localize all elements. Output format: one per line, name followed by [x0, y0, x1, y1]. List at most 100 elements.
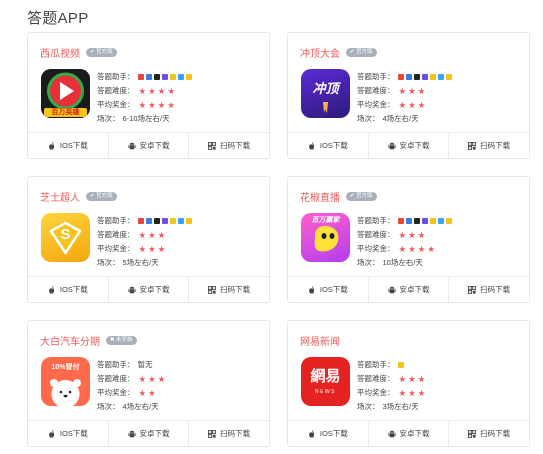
app-card-xigua: 西瓜视频 ✔ 官方版 百万英雄 答题助手： 答题难度： ★★★★ 平均奖金： ★★★…: [27, 32, 270, 159]
ios-download-button[interactable]: IOS下载: [288, 421, 369, 446]
sessions-value: 4场左右/天: [382, 114, 419, 123]
qr-download-button[interactable]: 扫码下载: [449, 421, 529, 446]
ios-download-button[interactable]: IOS下载: [288, 277, 369, 302]
sessions-label: 场次：: [357, 258, 380, 267]
logo-caption: 百万赢家: [311, 217, 340, 224]
android-icon: [387, 142, 396, 150]
helper-label: 答题助手：: [357, 360, 395, 369]
qr-download-button[interactable]: 扫码下载: [189, 421, 269, 446]
android-download-label: 安卓下载: [139, 141, 170, 150]
android-icon: [127, 286, 136, 294]
qr-download-button[interactable]: 扫码下载: [449, 133, 529, 158]
android-icon: [127, 430, 136, 438]
apple-icon: [48, 141, 56, 150]
helper-icon: [161, 218, 168, 224]
app-name[interactable]: 网易新闻: [300, 333, 340, 348]
app-name[interactable]: 芝士超人: [40, 189, 80, 204]
ios-download-button[interactable]: IOS下载: [28, 277, 109, 302]
qr-code-icon: [208, 429, 217, 438]
app-name[interactable]: 西瓜视频: [40, 45, 80, 60]
qr-download-button[interactable]: 扫码下载: [189, 133, 269, 158]
difficulty-stars: ★★★: [398, 230, 428, 240]
helper-icon: [397, 362, 404, 368]
difficulty-label: 答题难度：: [97, 374, 135, 383]
difficulty-label: 答题难度：: [357, 86, 395, 95]
sessions-value: 6-10场左右/天: [122, 114, 170, 123]
ios-download-label: IOS下载: [319, 429, 348, 438]
android-download-button[interactable]: 安卓下载: [109, 421, 190, 446]
difficulty-label: 答题难度：: [97, 86, 135, 95]
difficulty-stars: ★★★: [398, 86, 428, 96]
difficulty-stars: ★★★: [398, 374, 428, 384]
qr-download-button[interactable]: 扫码下载: [189, 277, 269, 302]
ios-download-label: IOS下载: [319, 141, 348, 150]
app-name[interactable]: 大白汽车分期: [40, 333, 100, 348]
helper-icon: [145, 74, 152, 80]
android-download-label: 安卓下载: [139, 285, 170, 294]
app-name[interactable]: 花椒直播: [300, 189, 340, 204]
apple-icon: [48, 429, 56, 438]
android-download-button[interactable]: 安卓下载: [369, 133, 450, 158]
sessions-label: 场次：: [357, 114, 380, 123]
qr-download-label: 扫码下载: [220, 285, 251, 294]
app-logo-huajiao[interactable]: 百万赢家: [301, 213, 350, 262]
qr-download-label: 扫码下载: [220, 429, 251, 438]
prize-label: 平均奖金：: [97, 100, 135, 109]
qr-download-label: 扫码下载: [220, 141, 251, 150]
android-download-label: 安卓下载: [399, 141, 430, 150]
app-card-huajiao: 花椒直播 ✔ 官方版 百万赢家 答题助手： 答题难度： ★★★ 平均奖金： ★★★★…: [287, 176, 530, 303]
android-icon: [387, 430, 396, 438]
sessions-label: 场次：: [97, 258, 120, 267]
helper-icon: [429, 218, 436, 224]
qr-code-icon: [208, 141, 217, 150]
qr-code-icon: [468, 285, 477, 294]
app-card-wangyi: 网易新闻 網易 NEWS 答题助手： 答题难度： ★★★ 平均奖金： ★★★ 场次：…: [287, 320, 530, 447]
prize-stars: ★★★★: [138, 100, 177, 110]
helper-label: 答题助手：: [357, 216, 395, 225]
app-name[interactable]: 冲顶大会: [300, 45, 340, 60]
app-logo-wangyi[interactable]: 網易 NEWS: [301, 357, 350, 406]
ios-download-button[interactable]: IOS下载: [28, 421, 109, 446]
difficulty-label: 答题难度：: [97, 230, 135, 239]
app-card-chongding: 冲顶大会 ✔ 官方版 冲顶 答题助手： 答题难度： ★★★ 平均奖金： ★★★ 场次…: [287, 32, 530, 159]
helper-label: 答题助手：: [357, 72, 395, 81]
helper-icon: [437, 218, 444, 224]
prize-label: 平均奖金：: [357, 244, 395, 253]
difficulty-stars: ★★★: [138, 374, 168, 384]
prize-stars: ★★★: [398, 388, 428, 398]
helper-icon: [413, 218, 420, 224]
difficulty-stars: ★★★★: [138, 86, 177, 96]
app-logo-chongding[interactable]: 冲顶: [301, 69, 350, 118]
prize-label: 平均奖金：: [357, 388, 395, 397]
helper-icons: [397, 218, 452, 224]
helper-icon: [185, 74, 192, 80]
difficulty-stars: ★★★: [138, 230, 168, 240]
difficulty-label: 答题难度：: [357, 230, 395, 239]
android-icon: [127, 142, 136, 150]
apple-icon: [308, 141, 316, 150]
qr-download-label: 扫码下载: [480, 429, 511, 438]
prize-label: 平均奖金：: [97, 388, 135, 397]
sessions-value: 3场左右/天: [382, 402, 419, 411]
ios-download-label: IOS下载: [59, 285, 88, 294]
ios-download-button[interactable]: IOS下载: [28, 133, 109, 158]
android-download-button[interactable]: 安卓下载: [369, 277, 450, 302]
qr-download-label: 扫码下载: [480, 285, 511, 294]
helper-label: 答题助手：: [97, 216, 135, 225]
app-logo-dabai[interactable]: 10%冒付: [41, 357, 90, 406]
android-download-button[interactable]: 安卓下载: [109, 277, 190, 302]
helper-icon: [405, 218, 412, 224]
sessions-value: 4场左右/天: [122, 402, 159, 411]
app-logo-zhishi[interactable]: S: [41, 213, 90, 262]
helper-icon: [413, 74, 420, 80]
qr-download-button[interactable]: 扫码下载: [449, 277, 529, 302]
app-logo-xigua[interactable]: 百万英雄: [41, 69, 90, 118]
ios-download-button[interactable]: IOS下载: [288, 133, 369, 158]
android-download-button[interactable]: 安卓下载: [369, 421, 450, 446]
helper-icon: [169, 74, 176, 80]
helper-icon: [145, 218, 152, 224]
qr-code-icon: [468, 429, 477, 438]
helper-icon: [405, 74, 412, 80]
helper-icons: [137, 218, 192, 224]
android-download-button[interactable]: 安卓下载: [109, 133, 190, 158]
